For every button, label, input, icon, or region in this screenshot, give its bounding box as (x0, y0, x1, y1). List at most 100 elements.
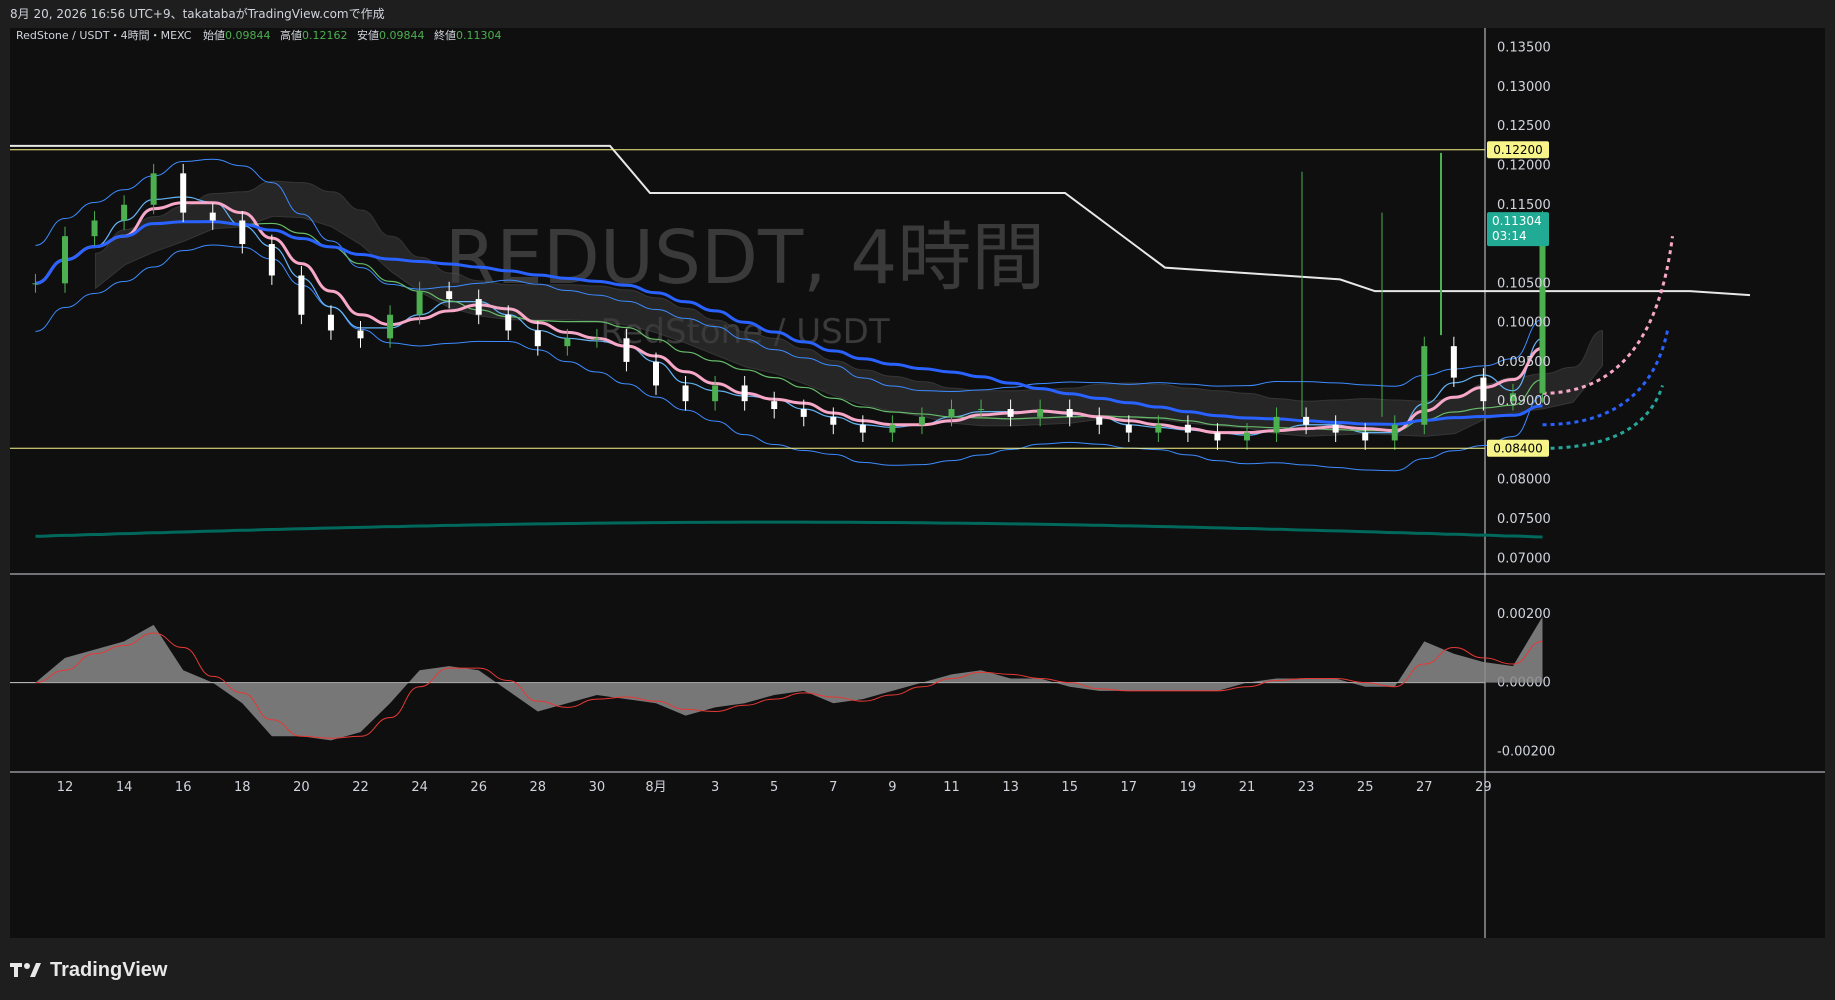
support-tag: 0.08400 (1487, 439, 1549, 457)
candle-body (534, 330, 541, 347)
chart-frame[interactable]: REDUSDT, 4時間 RedStone / USDT RedStone / … (10, 28, 1825, 938)
legend-close-label: 終値 (434, 28, 456, 42)
candle-body (32, 283, 39, 285)
legend-open-value: 0.09844 (225, 29, 271, 42)
support-tag-label: 0.08400 (1493, 441, 1543, 455)
candle-body (1096, 416, 1103, 425)
candle-body (1214, 432, 1221, 441)
candle-body (180, 173, 187, 213)
candle-body (771, 401, 778, 410)
candle-body (1066, 409, 1073, 417)
time-axis-tick: 5 (770, 780, 778, 795)
candle-body (978, 409, 985, 411)
time-axis-tick: 8月 (645, 780, 666, 795)
price-axis-tick: 0.11500 (1497, 198, 1551, 213)
candle-body (446, 291, 453, 300)
last-price-countdown: 03:14 (1492, 229, 1527, 243)
candle-body (682, 385, 689, 402)
candle-body (1332, 424, 1339, 433)
price-axis-tick: 0.12500 (1497, 119, 1551, 134)
candle-body (475, 299, 482, 315)
price-axis-tick: 0.13000 (1497, 80, 1551, 95)
candle-body (1037, 409, 1044, 417)
chart-caption: 8月 20, 2026 16:56 UTC+9、takatabaがTrading… (0, 0, 1835, 28)
time-axis-tick: 13 (1002, 780, 1019, 795)
candle-body (1155, 424, 1162, 433)
time-axis-tick: 27 (1416, 780, 1433, 795)
price-axis-tick: 0.07500 (1497, 512, 1551, 527)
candle-body (741, 385, 748, 402)
legend-symbol: RedStone / USDT・4時間・MEXC (16, 29, 192, 42)
candle-body (800, 409, 807, 417)
candle-body (387, 314, 394, 339)
legend-close-value: 0.11304 (456, 29, 502, 42)
footer (0, 942, 1835, 1000)
candle-body (1362, 432, 1369, 441)
time-axis: 12 14 16 18 20 22 24 26 28 30 8月 3 5 7 9 11 13 15 17 19 21 23… (57, 780, 1492, 795)
candle-body (1184, 424, 1191, 433)
oscillator-axis-tick: -0.00200 (1497, 744, 1555, 759)
price-axis-tick: 0.07000 (1497, 551, 1551, 566)
time-axis-tick: 24 (411, 780, 428, 795)
candle-body (593, 338, 600, 340)
candle-body (830, 416, 837, 425)
time-axis-tick: 23 (1298, 780, 1315, 795)
price-axis-tick: 0.08000 (1497, 473, 1551, 488)
candle-body (239, 220, 246, 245)
candle-body (859, 424, 866, 433)
resistance-tag-label: 0.12200 (1493, 143, 1543, 157)
candle-body (505, 314, 512, 331)
oscillator-axis-tick: 0.00200 (1497, 607, 1551, 622)
price-axis-tick: 0.10500 (1497, 276, 1551, 291)
candle-body (209, 212, 216, 221)
ohlc-legend: RedStone / USDT・4時間・MEXC 始値0.09844 高値0.1… (16, 28, 501, 42)
price-chart[interactable]: REDUSDT, 4時間 RedStone / USDT RedStone / … (10, 28, 1825, 938)
candle-body (918, 416, 925, 425)
legend-high-label: 高値 (280, 28, 302, 42)
candle-body (1391, 424, 1398, 441)
candle-body (1244, 432, 1250, 441)
candle-body (1421, 346, 1428, 425)
candle-body (623, 338, 630, 362)
time-axis-tick: 14 (116, 780, 133, 795)
tradingview-logo[interactable]: TradingView (10, 958, 167, 982)
candle-body (1125, 424, 1132, 433)
price-axis-tick: 0.10000 (1497, 316, 1551, 331)
candle-body (712, 385, 719, 402)
time-axis-tick: 28 (530, 780, 547, 795)
time-axis-tick: 25 (1357, 780, 1374, 795)
time-axis-tick: 7 (829, 780, 837, 795)
candle-body (357, 330, 364, 339)
legend-high-value: 0.12162 (302, 29, 348, 42)
time-axis-tick: 17 (1121, 780, 1138, 795)
time-axis-tick: 29 (1475, 780, 1492, 795)
legend-low-label: 安値 (357, 28, 379, 42)
resistance-tag: 0.12200 (1487, 141, 1549, 159)
candle-body (327, 314, 334, 331)
ma-long (35, 520, 1543, 539)
candle-body (653, 361, 659, 386)
last-price-value: 0.11304 (1492, 214, 1542, 228)
time-axis-tick: 19 (1180, 780, 1197, 795)
candle-body (298, 275, 305, 315)
price-axis-tick: 0.13500 (1497, 41, 1551, 56)
caption-text: 8月 20, 2026 16:56 UTC+9、takatabaがTrading… (10, 7, 385, 21)
price-axis-tick: 0.12000 (1497, 158, 1551, 173)
time-axis-tick: 16 (175, 780, 192, 795)
tradingview-logo-text: TradingView (50, 958, 168, 981)
candle-body (564, 338, 571, 347)
time-axis-tick: 11 (943, 780, 960, 795)
candle-body (1303, 416, 1310, 425)
candle-body (889, 424, 896, 433)
last-price-tag: 0.11304 03:14 (1487, 212, 1549, 247)
time-axis-tick: 9 (888, 780, 896, 795)
candle-body (62, 236, 68, 284)
oscillator: 0.002000.00000-0.00200 (10, 607, 1555, 759)
candle-body (416, 291, 423, 315)
candle-body (1450, 346, 1457, 378)
candle-body (1007, 409, 1014, 417)
candle-body (268, 244, 275, 276)
legend-low-value: 0.09844 (379, 29, 425, 42)
time-axis-tick: 18 (234, 780, 251, 795)
price-axis-tick: 0.09000 (1497, 394, 1551, 409)
